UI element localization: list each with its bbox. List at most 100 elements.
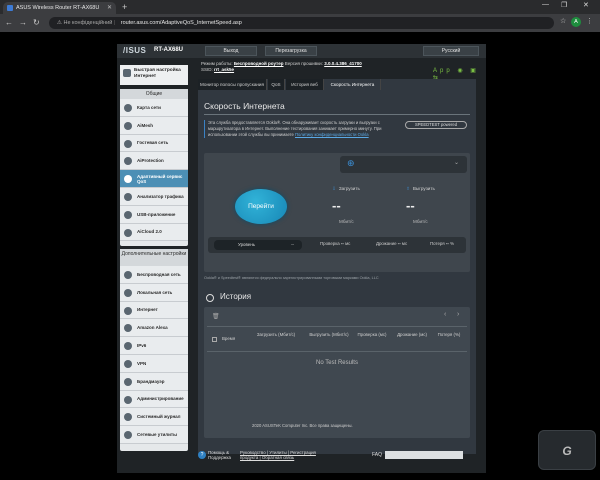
url-text: router.asus.com/AdaptiveQoS_InternetSpee… [120, 20, 242, 26]
sidebar-item-administration[interactable]: Администрирование [120, 390, 188, 409]
speedtest-badge: SPEEDTEST powered [405, 121, 467, 129]
reboot-button[interactable]: Перезагрузка [265, 46, 317, 56]
main-tabs: Монитор полосы пропускания QoS История в… [198, 79, 476, 90]
chevron-left-icon[interactable]: ‹ [444, 311, 446, 318]
wand-icon [123, 69, 131, 77]
tab-internet-speed[interactable]: Скорость Интернета [325, 79, 381, 90]
back-icon[interactable]: ← [5, 18, 13, 27]
insecure-warning[interactable]: ⚠ Не конфіденційний [57, 20, 112, 26]
tab-web-history[interactable]: История веб [286, 79, 324, 90]
upload-value: -- [406, 198, 415, 213]
privacy-policy-link[interactable]: Политику конфиденциальности Ookla [295, 132, 369, 137]
ssid-link[interactable]: rrt_ask5e [214, 67, 234, 72]
firmware-link[interactable]: 3.0.0.4.386_41700 [324, 61, 362, 66]
col-download: Загрузить (Мбит/с) [256, 332, 296, 337]
sidebar-item-vpn[interactable]: VPN [120, 354, 188, 373]
loss-metric: Потеря -- % [430, 241, 454, 246]
sidebar-item-wireless[interactable]: Беспроводная сеть [120, 266, 188, 284]
close-window-icon[interactable]: ✕ [583, 1, 589, 9]
sidebar-item-ipv6[interactable]: IPv6 [120, 337, 188, 355]
sidebar-item-guest-network[interactable]: Гостевая сеть [120, 134, 188, 153]
globe-icon: ⊕ [347, 158, 355, 168]
download-value: -- [332, 198, 341, 213]
router-footer: ? Помощь & Поддержка Руководство | Утили… [198, 448, 486, 463]
sidebar-item-network-map[interactable]: Карта сети [120, 99, 188, 117]
alexa-icon [124, 324, 132, 333]
history-title: История [220, 292, 252, 301]
close-tab-icon[interactable]: ✕ [107, 4, 112, 11]
select-all-checkbox[interactable] [212, 337, 217, 342]
sidebar-item-aiprotection[interactable]: AiProtection [120, 152, 188, 171]
sidebar-item-firewall[interactable]: Брандмауэр [120, 372, 188, 391]
col-loss: Потеря (%) [437, 332, 461, 337]
browser-window: ASUS Wireless Router RT-AX68U ✕ + — ❐ ✕ … [0, 0, 600, 480]
profile-avatar[interactable]: A [571, 17, 581, 27]
page-title: Скорость Интернета [204, 101, 285, 111]
router-topbar: /ISUS RT-AX68U Выход Перезагрузка Русски… [117, 44, 486, 58]
chevron-right-icon[interactable]: › [457, 311, 459, 318]
quick-setup-button[interactable]: Быстрая настройка Интернет [120, 65, 188, 85]
reload-icon[interactable]: ↻ [33, 18, 40, 27]
level-select[interactable]: Уровень -- [214, 240, 302, 250]
jitter-metric: Дрожание -- мс [376, 241, 408, 246]
copyright-text: 2020 ASUSTeK Computer Inc. Все права защ… [252, 423, 353, 428]
network-map-icon [124, 104, 132, 112]
footer-links[interactable]: Руководство | Утилиты | Регистрация прод… [240, 450, 320, 460]
asus-logo: /ISUS [123, 46, 147, 55]
help-support-link[interactable]: ? Помощь & Поддержка [198, 450, 236, 460]
server-select[interactable] [340, 156, 467, 173]
download-unit: Мбит/с [339, 219, 354, 224]
col-ping: Проверка (мс) [357, 332, 387, 337]
tab-strip: ASUS Wireless Router RT-AX68U ✕ + — ❐ ✕ [0, 0, 600, 14]
col-time: Время [222, 336, 236, 341]
go-button[interactable]: Перейти [235, 189, 287, 224]
sidebar-item-aimesh[interactable]: AiMesh [120, 116, 188, 135]
minimize-icon[interactable]: — [542, 1, 549, 8]
new-tab-icon[interactable]: + [122, 2, 127, 12]
no-results-text: No Test Results [316, 360, 358, 366]
sidebar-item-usb-app[interactable]: USB-приложение [120, 205, 188, 224]
shield-icon [124, 157, 132, 166]
download-arrow-icon: ⇩ [332, 186, 336, 191]
tab-qos[interactable]: QoS [268, 79, 285, 90]
router-info: Режим работы: Беспроводной роутер Версия… [201, 61, 362, 66]
sidebar-item-aicloud[interactable]: AiCloud 2.0 [120, 223, 188, 242]
sidebar-item-alexa[interactable]: Amazon Alexa [120, 319, 188, 338]
router-page: /ISUS RT-AX68U Выход Перезагрузка Русски… [117, 44, 486, 473]
speedtest-panel: ⊕ ⌄ Перейти ⇩ Загрузить ⇧ Выгрузить -- -- … [204, 153, 470, 272]
firewall-icon [124, 377, 132, 386]
bookmark-star-icon[interactable]: ☆ [560, 17, 566, 25]
faq-search-input[interactable] [385, 451, 463, 459]
sidebar-item-network-tools[interactable]: Сетевые утилиты [120, 426, 188, 444]
language-select[interactable]: Русский [423, 46, 479, 56]
globe-icon [124, 306, 132, 315]
tab-title: ASUS Wireless Router RT-AX68U [16, 5, 100, 11]
app-status[interactable]: App [433, 68, 453, 74]
browser-menu-icon[interactable]: ⋮ [586, 17, 593, 25]
browser-tab[interactable]: ASUS Wireless Router RT-AX68U ✕ [3, 2, 116, 14]
usb-icon [124, 210, 132, 219]
sidebar-item-wan[interactable]: Интернет [120, 301, 188, 320]
url-input[interactable]: ⚠ Не конфіденційний | router.asus.com/Ad… [49, 17, 554, 29]
lan-icon [124, 288, 132, 297]
sidebar-item-system-log[interactable]: Системный журнал [120, 408, 188, 427]
qos-icon [124, 175, 132, 184]
forward-icon[interactable]: → [19, 18, 27, 27]
ookla-trademark-note: Ookla® и Speedtest® являются федерально … [204, 276, 379, 280]
tab-bandwidth-monitor[interactable]: Монитор полосы пропускания [198, 79, 267, 90]
cloud-icon [124, 228, 132, 237]
ipv6-icon [124, 342, 132, 351]
traffic-analyzer-icon [124, 192, 132, 201]
sidebar-item-adaptive-qos[interactable]: Адаптивный сервис QoS [120, 170, 188, 188]
history-panel: 🗑 ‹ › Время Загрузить (Мбит/с) Выгрузить… [204, 307, 470, 438]
general-section-title: Общие [120, 89, 188, 99]
sidebar-item-traffic-analyzer[interactable]: Анализатор трафика [120, 187, 188, 206]
trash-icon[interactable]: 🗑 [212, 313, 220, 320]
maximize-icon[interactable]: ❐ [561, 1, 567, 9]
sidebar-item-lan[interactable]: Локальная сеть [120, 283, 188, 302]
log-icon [124, 413, 132, 422]
chevron-down-icon[interactable]: ⌄ [454, 159, 459, 166]
mode-link[interactable]: Беспроводной роутер [234, 61, 284, 66]
logout-button[interactable]: Выход [205, 46, 257, 56]
download-label: ⇩ Загрузить [332, 186, 360, 191]
